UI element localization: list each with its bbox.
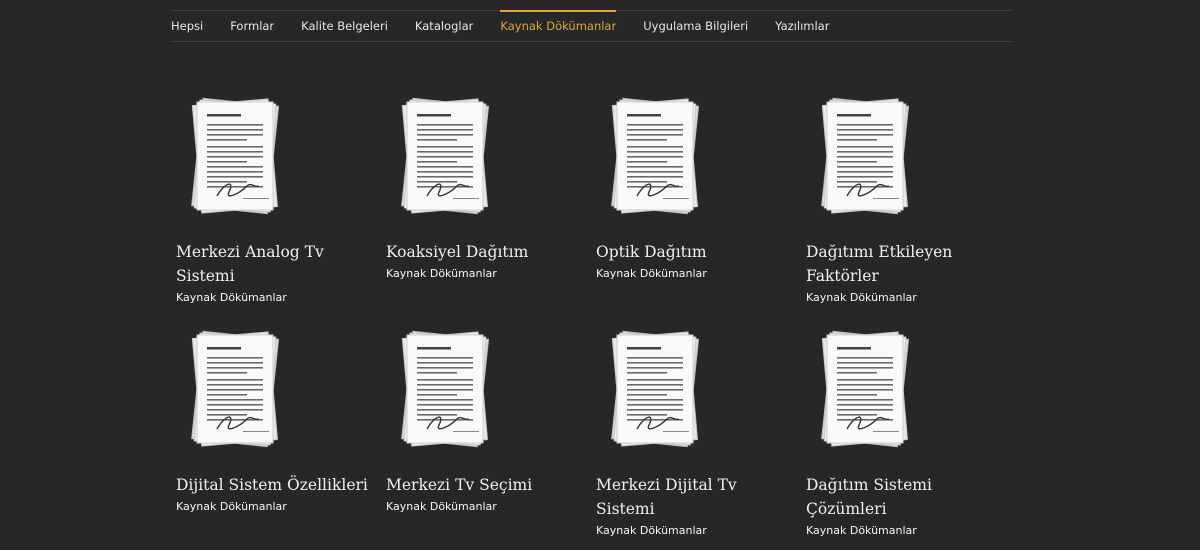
document-category: Kaynak Dökümanlar [806,524,917,537]
document-title[interactable]: Merkezi Dijital Tv Sistemi [596,473,796,521]
filter-tab-uygulama-bilgileri[interactable]: Uygulama Bilgileri [643,11,748,41]
document-stack-icon[interactable] [819,329,911,451]
filter-tab-hepsi[interactable]: Hepsi [171,11,203,41]
filter-tab-formlar[interactable]: Formlar [230,11,274,41]
document-stack-icon[interactable] [819,96,911,218]
filter-nav: Hepsi Formlar Kalite Belgeleri Katalogla… [170,10,1012,42]
document-stack-icon[interactable] [609,96,701,218]
document-category: Kaynak Dökümanlar [596,524,707,537]
document-category: Kaynak Dökümanlar [806,291,917,304]
document-title[interactable]: Optik Dağıtım [596,240,796,264]
document-category: Kaynak Dökümanlar [386,267,497,280]
document-title[interactable]: Dağıtım Sistemi Çözümleri [806,473,1006,521]
document-stack-icon[interactable] [399,96,491,218]
document-stack-icon[interactable] [399,329,491,451]
document-category: Kaynak Dökümanlar [596,267,707,280]
document-title[interactable]: Dijital Sistem Özellikleri [176,473,376,497]
filter-tab-kalite-belgeleri[interactable]: Kalite Belgeleri [301,11,388,41]
document-title[interactable]: Merkezi Tv Seçimi [386,473,586,497]
document-stack-icon[interactable] [609,329,701,451]
document-category: Kaynak Dökümanlar [386,500,497,513]
filter-tab-yazilimlar[interactable]: Yazılımlar [775,11,829,41]
filter-tab-kataloglar[interactable]: Kataloglar [415,11,473,41]
document-stack-icon[interactable] [189,96,281,218]
filter-tab-kaynak-dokumanlar[interactable]: Kaynak Dökümanlar [500,10,616,41]
document-title[interactable]: Merkezi Analog Tv Sistemi [176,240,376,288]
document-title[interactable]: Koaksiyel Dağıtım [386,240,586,264]
document-stack-icon[interactable] [189,329,281,451]
document-category: Kaynak Dökümanlar [176,291,287,304]
document-category: Kaynak Dökümanlar [176,500,287,513]
document-title[interactable]: Dağıtımı Etkileyen Faktörler [806,240,1006,288]
